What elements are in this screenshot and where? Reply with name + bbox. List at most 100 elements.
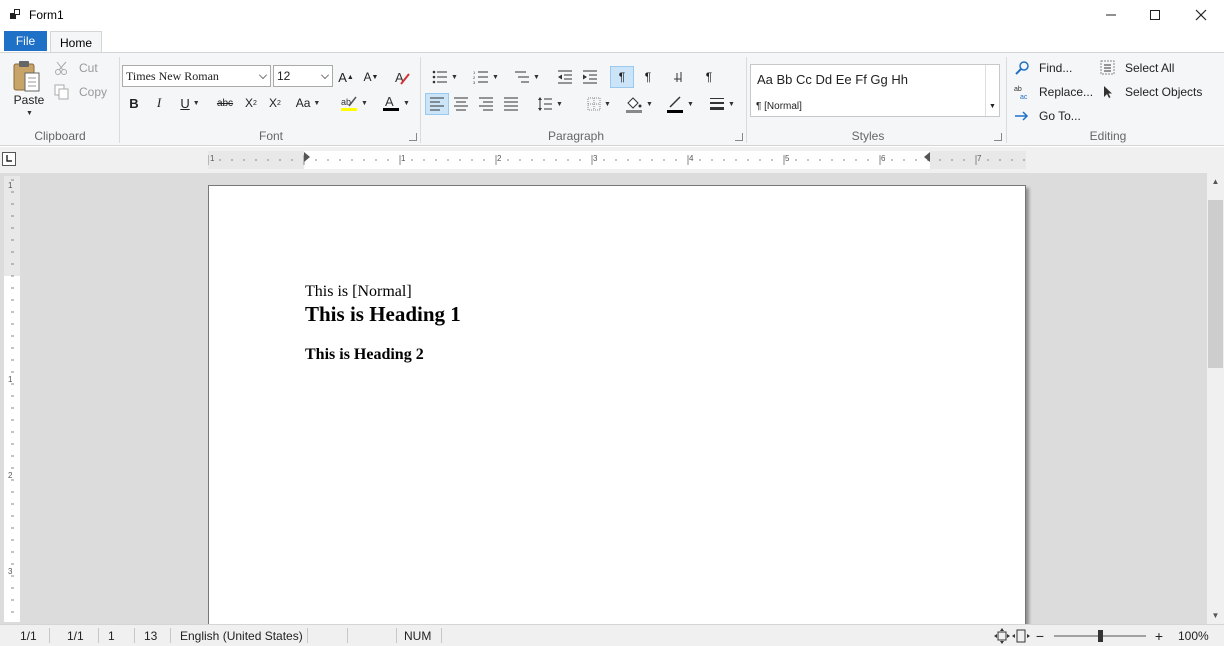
select-objects-button[interactable]: Select Objects	[1100, 83, 1202, 101]
ruler-number: 4	[689, 154, 694, 163]
scroll-down-icon[interactable]: ▼	[1210, 610, 1221, 621]
shading-button[interactable]: ▼	[621, 94, 657, 114]
cut-button[interactable]: Cut	[54, 59, 98, 77]
borders-button[interactable]: ▼	[582, 94, 616, 114]
heading-1[interactable]: This is Heading 1	[305, 302, 461, 327]
tab-home[interactable]: Home	[50, 31, 102, 53]
ruler-number: 1	[8, 181, 13, 190]
select-objects-label: Select Objects	[1125, 85, 1203, 99]
shrink-font-icon[interactable]: A ▼	[362, 68, 380, 86]
align-right-icon[interactable]	[477, 94, 495, 114]
page-indicator: 1/1	[20, 629, 37, 643]
status-divider	[134, 628, 135, 643]
heading-2[interactable]: This is Heading 2	[305, 346, 424, 364]
tab-file[interactable]: File	[4, 31, 47, 51]
vertical-scrollbar[interactable]: ▲ ▼	[1207, 173, 1224, 624]
line-break-icon[interactable]	[669, 67, 687, 87]
right-to-left-icon[interactable]: ¶	[639, 67, 657, 87]
style-sample-text: Aa Bb Cc Dd Ee Ff Gg Hh	[757, 72, 909, 87]
ruler-number: 1	[401, 154, 406, 163]
zoom-slider-thumb[interactable]	[1098, 630, 1103, 642]
chevron-down-icon	[259, 71, 267, 79]
paragraph-dialog-launcher-icon[interactable]	[735, 133, 743, 141]
pen-weight-button[interactable]: ▼	[704, 94, 740, 114]
change-case-label: Aa	[295, 96, 311, 110]
paste-button[interactable]: Paste	[13, 93, 45, 107]
find-button[interactable]: Find...	[1014, 59, 1072, 77]
zoom-slider[interactable]	[1054, 629, 1146, 643]
language-indicator[interactable]: English (United States)	[180, 629, 303, 643]
grow-font-icon[interactable]: A ▲	[337, 68, 355, 86]
decrease-indent-icon[interactable]	[556, 67, 574, 87]
font-family-value: Times New Roman	[126, 68, 219, 83]
align-left-icon[interactable]	[425, 93, 449, 115]
styles-scrollbar[interactable]: ▼	[985, 65, 999, 116]
fit-width-icon[interactable]	[1012, 628, 1030, 644]
ruler-number: 7	[977, 154, 982, 163]
select-all-button[interactable]: Select All	[1100, 59, 1174, 77]
replace-button[interactable]: ab ac Replace...	[1014, 83, 1093, 101]
close-button[interactable]	[1178, 0, 1224, 30]
clear-formatting-icon[interactable]: A	[392, 67, 412, 87]
minimize-icon	[1106, 14, 1116, 16]
svg-text:A: A	[385, 94, 394, 109]
zoom-out-icon[interactable]: −	[1034, 628, 1046, 644]
copy-label: Copy	[79, 85, 108, 99]
gallery-more-icon[interactable]: ▼	[989, 103, 996, 110]
justify-icon[interactable]	[502, 94, 520, 114]
copy-button[interactable]: Copy	[54, 83, 107, 101]
num-lock-indicator: NUM	[404, 629, 432, 643]
underline-button[interactable]: U ▼	[173, 93, 207, 113]
line-spacing-button[interactable]: ▼	[533, 94, 567, 114]
fit-page-icon[interactable]	[994, 628, 1010, 644]
strikethrough-icon[interactable]: abc	[214, 93, 236, 113]
multilevel-list-button[interactable]: ▼	[510, 67, 544, 87]
goto-button[interactable]: Go To...	[1014, 107, 1081, 125]
align-center-icon[interactable]	[452, 94, 470, 114]
zoom-in-icon[interactable]: +	[1153, 628, 1165, 644]
numbering-button[interactable]: 1 2 3 ▼	[469, 67, 503, 87]
vertical-ruler[interactable]: 1 1 2 3	[4, 176, 20, 622]
borders-icon	[587, 97, 601, 111]
ruler-number: 1	[210, 154, 215, 163]
change-case-button[interactable]: Aa ▼	[290, 93, 326, 113]
search-icon	[1015, 61, 1029, 75]
maximize-button[interactable]	[1132, 0, 1178, 30]
window-title: Form1	[29, 8, 64, 22]
styles-dialog-launcher-icon[interactable]	[994, 133, 1002, 141]
document-page[interactable]: This is [Normal] This is Heading 1 This …	[208, 185, 1026, 645]
styles-group-label: Styles	[851, 129, 885, 143]
scroll-up-icon[interactable]: ▲	[1210, 176, 1221, 187]
replace-label: Replace...	[1039, 85, 1094, 99]
increase-indent-icon[interactable]	[581, 67, 599, 87]
font-dialog-launcher-icon[interactable]	[409, 133, 417, 141]
font-family-select[interactable]: Times New Roman	[122, 65, 271, 87]
multilevel-list-icon	[515, 71, 530, 83]
minimize-button[interactable]	[1088, 0, 1134, 30]
font-color-button[interactable]: A ▼	[378, 93, 414, 113]
font-size-value: 12	[277, 69, 291, 83]
scrollbar-thumb[interactable]	[1208, 200, 1223, 368]
ruler-number: 3	[593, 154, 598, 163]
tab-selector-button[interactable]	[2, 152, 16, 166]
paragraph-group-label: Paragraph	[547, 129, 605, 143]
highlight-color-button[interactable]: ab ▼	[336, 93, 372, 113]
font-size-select[interactable]: 12	[273, 65, 333, 87]
status-divider	[441, 628, 442, 643]
superscript-icon[interactable]: X2	[265, 93, 285, 113]
subscript-icon[interactable]: X2	[241, 93, 261, 113]
pen-color-button[interactable]: ▼	[662, 94, 698, 114]
zoom-level[interactable]: 100%	[1178, 629, 1209, 643]
left-to-right-icon[interactable]: ¶	[610, 66, 634, 88]
bullets-button[interactable]: ▼	[428, 67, 462, 87]
italic-icon[interactable]: I	[150, 93, 168, 113]
scissors-icon	[55, 61, 67, 75]
horizontal-ruler[interactable]: 1 1 2 3 4 5 6 7	[208, 151, 1026, 169]
arrow-right-icon	[1015, 111, 1029, 121]
bold-icon[interactable]: B	[125, 93, 143, 113]
normal-paragraph[interactable]: This is [Normal]	[305, 283, 412, 301]
show-formatting-icon[interactable]: ¶	[700, 67, 718, 87]
paste-dropdown-icon[interactable]: ▼	[24, 109, 33, 117]
status-divider	[347, 628, 348, 643]
styles-gallery[interactable]: Aa Bb Cc Dd Ee Ff Gg Hh ¶ [Normal] ▼	[750, 64, 1000, 117]
